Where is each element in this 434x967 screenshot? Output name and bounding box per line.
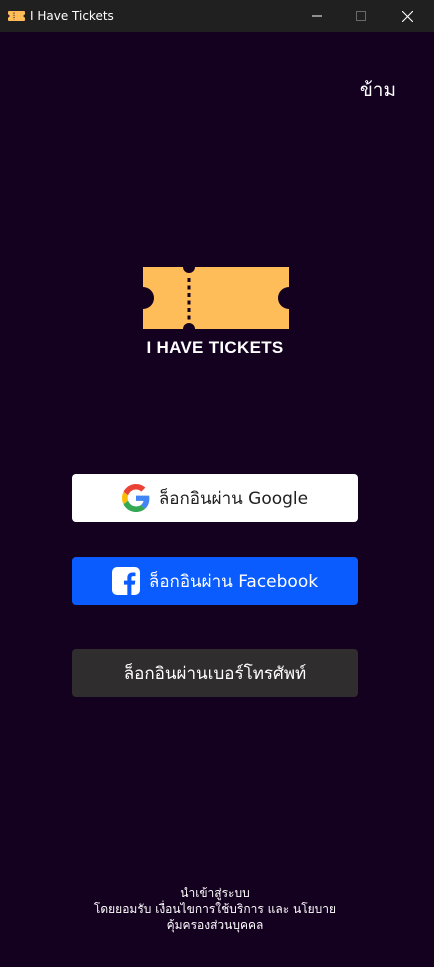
terms-footer: นำเข้าสู่ระบบ โดยยอมรับ เงื่อนไขการใช้บร… bbox=[0, 885, 430, 933]
minimize-button[interactable] bbox=[294, 0, 340, 32]
brand-name: I HAVE TICKETS bbox=[146, 338, 284, 357]
close-button[interactable] bbox=[384, 0, 430, 32]
phone-login-label: ล็อกอินผ่านเบอร์โทรศัพท์ bbox=[123, 663, 307, 684]
facebook-icon bbox=[111, 567, 140, 595]
google-icon bbox=[121, 484, 150, 512]
privacy-policy-link-continued[interactable]: คุ้มครองส่วนบุคคล bbox=[0, 917, 430, 933]
close-icon bbox=[401, 10, 413, 22]
maximize-button[interactable] bbox=[338, 0, 384, 32]
terms-link[interactable]: เงื่อนไขการใช้บริการ bbox=[155, 902, 264, 916]
app-window: I Have Tickets ข้าม I HAVE TICKETS ล็อกอ… bbox=[0, 0, 434, 967]
window-title: I Have Tickets bbox=[30, 9, 114, 23]
title-bar: I Have Tickets bbox=[0, 0, 434, 32]
google-login-button[interactable]: ล็อกอินผ่าน Google bbox=[72, 474, 358, 522]
facebook-login-label: ล็อกอินผ่าน Facebook bbox=[148, 571, 319, 592]
ticket-logo-icon bbox=[143, 267, 289, 329]
phone-login-button[interactable]: ล็อกอินผ่านเบอร์โทรศัพท์ bbox=[72, 649, 358, 697]
footer-line-2: โดยยอมรับ เงื่อนไขการใช้บริการ และ นโยบา… bbox=[0, 901, 430, 917]
footer-accept-text: โดยยอมรับ bbox=[93, 902, 152, 916]
footer-line-1: นำเข้าสู่ระบบ bbox=[180, 886, 250, 900]
facebook-login-button[interactable]: ล็อกอินผ่าน Facebook bbox=[72, 557, 358, 605]
footer-and-text: และ bbox=[267, 902, 290, 916]
privacy-policy-link[interactable]: นโยบาย bbox=[293, 902, 336, 916]
ticket-icon bbox=[8, 11, 25, 21]
google-login-label: ล็อกอินผ่าน Google bbox=[158, 488, 309, 509]
skip-button[interactable]: ข้าม bbox=[360, 75, 396, 105]
minimize-icon bbox=[312, 15, 322, 17]
maximize-icon bbox=[356, 11, 366, 21]
